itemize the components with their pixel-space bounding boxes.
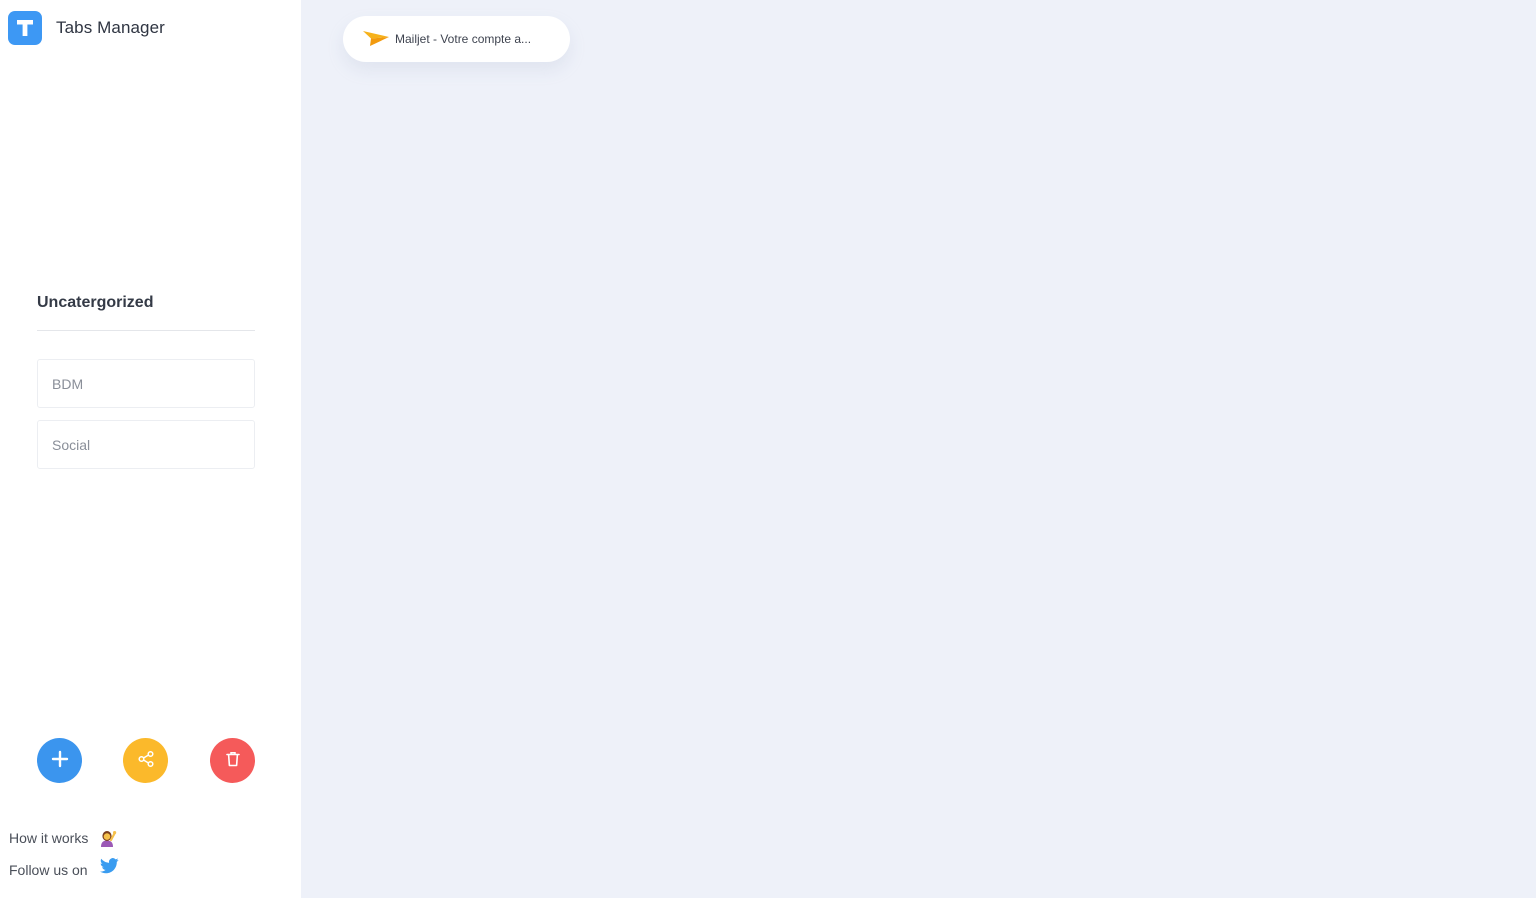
category-uncategorized: Uncatergorized BDM Social: [37, 292, 255, 481]
group-list: BDM Social: [37, 359, 255, 469]
tabs-manager-logo-icon: [8, 11, 42, 45]
how-it-works-link[interactable]: How it works: [9, 826, 119, 850]
tab-title: Mailjet - Votre compte a...: [395, 32, 532, 46]
share-icon: [137, 750, 155, 771]
group-item-label: Social: [52, 436, 91, 453]
delete-button[interactable]: [210, 738, 255, 783]
main-area: Mailjet - Votre compte a...: [301, 0, 1536, 898]
share-button[interactable]: [123, 738, 168, 783]
footer-links: How it works Follow us on: [9, 826, 119, 890]
twitter-bird-icon[interactable]: [99, 858, 119, 874]
tabs-manager-app: Tabs Manager Uncatergorized BDM Social H…: [0, 0, 1536, 898]
group-item-social[interactable]: Social: [37, 420, 255, 469]
person-raising-hand-emoji-icon: [97, 828, 117, 848]
mailjet-paper-plane-icon: [362, 29, 390, 49]
app-title: Tabs Manager: [56, 18, 165, 37]
trash-icon: [224, 750, 242, 771]
plus-icon: [51, 750, 69, 771]
brand: Tabs Manager: [8, 11, 165, 45]
tab-card-mailjet[interactable]: Mailjet - Votre compte a...: [343, 16, 570, 62]
group-item-label: BDM: [52, 375, 84, 392]
add-group-button[interactable]: [37, 738, 82, 783]
follow-us-link[interactable]: Follow us on: [9, 858, 119, 882]
how-it-works-label: How it works: [9, 830, 89, 846]
category-divider: [37, 330, 255, 331]
group-item-bdm[interactable]: BDM: [37, 359, 255, 408]
action-buttons: [37, 738, 255, 784]
sidebar: Tabs Manager Uncatergorized BDM Social H…: [0, 0, 301, 898]
category-title: Uncatergorized: [37, 294, 154, 311]
follow-us-label: Follow us on: [9, 862, 88, 878]
